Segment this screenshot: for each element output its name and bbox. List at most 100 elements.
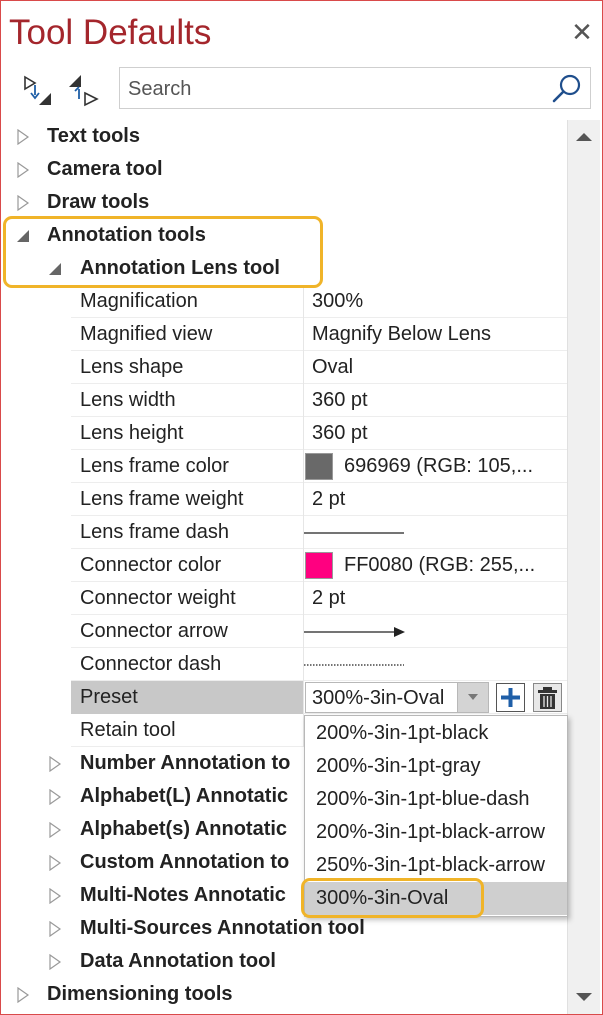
- property-preset[interactable]: Preset 300%-3in-Oval: [71, 681, 567, 714]
- tree-item-camera-tool[interactable]: Camera tool: [1, 153, 567, 186]
- column-divider: [303, 384, 304, 417]
- property-name: Lens shape: [80, 356, 184, 378]
- tree-item-label: Multi-Notes Annotatic: [80, 884, 286, 906]
- dropdown-option[interactable]: 200%-3in-1pt-black-arrow: [305, 816, 567, 849]
- arrow-line-icon[interactable]: [304, 625, 406, 639]
- expand-triangle-icon[interactable]: [47, 921, 63, 937]
- property-name: Lens frame color: [80, 455, 229, 477]
- property-lens-frame-color[interactable]: Lens frame color 696969 (RGB: 105,...: [71, 450, 567, 483]
- expand-triangle-icon[interactable]: [15, 195, 31, 211]
- dropdown-option[interactable]: 200%-3in-1pt-blue-dash: [305, 783, 567, 816]
- expand-triangle-icon[interactable]: [47, 888, 63, 904]
- dropdown-option-label: 200%-3in-1pt-blue-dash: [316, 788, 530, 810]
- property-lens-width[interactable]: Lens width 360 pt: [71, 384, 567, 417]
- column-divider: [303, 417, 304, 450]
- tree-item-label: Custom Annotation to: [80, 851, 290, 873]
- search-input[interactable]: [126, 74, 550, 104]
- property-value[interactable]: 2 pt: [312, 587, 345, 610]
- highlight-selected-preset: [301, 878, 484, 918]
- tool-defaults-panel: Tool Defaults ✕ Text tools: [0, 0, 603, 1015]
- tree-item-label: Camera tool: [47, 158, 163, 180]
- property-value[interactable]: Oval: [312, 356, 353, 379]
- column-divider: [303, 681, 304, 714]
- color-swatch[interactable]: [305, 552, 333, 579]
- property-lens-shape[interactable]: Lens shape Oval: [71, 351, 567, 384]
- property-value[interactable]: 360 pt: [312, 389, 368, 412]
- column-divider: [303, 351, 304, 384]
- search-icon[interactable]: [550, 72, 584, 106]
- property-lens-frame-dash[interactable]: Lens frame dash: [71, 516, 567, 549]
- dotted-line-preview[interactable]: [304, 658, 404, 672]
- property-connector-arrow[interactable]: Connector arrow: [71, 615, 567, 648]
- tree-item-dimensioning-tools[interactable]: Dimensioning tools: [1, 978, 567, 1011]
- chevron-down-icon[interactable]: [457, 683, 488, 712]
- property-name: Lens frame weight: [80, 488, 244, 510]
- column-divider: [303, 450, 304, 483]
- chevron-up-icon: [576, 133, 592, 141]
- tree-item-data-annotation[interactable]: Data Annotation tool: [1, 945, 567, 978]
- tree-item-label: Data Annotation tool: [80, 950, 276, 972]
- property-name: Retain tool: [80, 719, 176, 741]
- property-magnification[interactable]: Magnification 300%: [71, 285, 567, 318]
- search-box[interactable]: [119, 67, 591, 109]
- property-value[interactable]: 300%: [312, 290, 363, 313]
- property-name: Preset: [80, 686, 138, 708]
- property-value[interactable]: 2 pt: [312, 488, 345, 511]
- close-icon[interactable]: ✕: [569, 19, 595, 45]
- property-name: Magnified view: [80, 323, 213, 345]
- dropdown-option[interactable]: 200%-3in-1pt-gray: [305, 750, 567, 783]
- plus-icon: [501, 688, 520, 707]
- expand-triangle-icon[interactable]: [47, 855, 63, 871]
- collapse-all-icon[interactable]: [65, 73, 101, 109]
- tree-item-label: Multi-Sources Annotation tool: [80, 917, 365, 939]
- property-value[interactable]: Magnify Below Lens: [312, 323, 491, 346]
- expand-triangle-icon[interactable]: [47, 822, 63, 838]
- expand-triangle-icon[interactable]: [47, 789, 63, 805]
- expand-all-icon[interactable]: [21, 73, 57, 109]
- expand-triangle-icon[interactable]: [47, 756, 63, 772]
- property-name: Connector weight: [80, 587, 236, 609]
- property-connector-weight[interactable]: Connector weight 2 pt: [71, 582, 567, 615]
- panel-title: Tool Defaults: [9, 13, 212, 52]
- property-value[interactable]: 696969 (RGB: 105,...: [344, 455, 533, 478]
- scroll-up-button[interactable]: [568, 120, 600, 154]
- vertical-scrollbar[interactable]: [567, 120, 600, 1014]
- tree-item-draw-tools[interactable]: Draw tools: [1, 186, 567, 219]
- expand-triangle-icon[interactable]: [15, 987, 31, 1003]
- tree-item-label: Alphabet(s) Annotatic: [80, 818, 288, 840]
- property-name: Lens frame dash: [80, 521, 229, 543]
- color-swatch[interactable]: [305, 453, 333, 480]
- scroll-down-button[interactable]: [568, 980, 600, 1014]
- delete-preset-button[interactable]: [533, 683, 562, 712]
- dropdown-option-label: 200%-3in-1pt-black: [316, 722, 489, 744]
- property-name: Connector dash: [80, 653, 222, 675]
- property-magnified-view[interactable]: Magnified view Magnify Below Lens: [71, 318, 567, 351]
- property-value[interactable]: FF0080 (RGB: 255,...: [344, 554, 535, 577]
- column-divider: [303, 483, 304, 516]
- column-divider: [303, 285, 304, 318]
- column-divider: [303, 318, 304, 351]
- tree-item-label: Dimensioning tools: [47, 983, 233, 1005]
- add-preset-button[interactable]: [496, 683, 525, 712]
- dropdown-option-label: 250%-3in-1pt-black-arrow: [316, 854, 545, 876]
- column-divider: [303, 549, 304, 582]
- tree-item-text-tools[interactable]: Text tools: [1, 120, 567, 153]
- property-lens-height[interactable]: Lens height 360 pt: [71, 417, 567, 450]
- dropdown-option[interactable]: 200%-3in-1pt-black: [305, 717, 567, 750]
- preset-combobox[interactable]: 300%-3in-Oval: [305, 682, 489, 713]
- expand-triangle-icon[interactable]: [15, 162, 31, 178]
- property-connector-dash[interactable]: Connector dash: [71, 648, 567, 681]
- highlight-annotation-tools: [3, 216, 323, 288]
- expand-triangle-icon[interactable]: [47, 954, 63, 970]
- tree-item-label: Draw tools: [47, 191, 150, 213]
- tree-item-label: Number Annotation to: [80, 752, 291, 774]
- column-divider: [303, 582, 304, 615]
- solid-line-preview[interactable]: [304, 526, 404, 540]
- property-value[interactable]: 360 pt: [312, 422, 368, 445]
- property-lens-frame-weight[interactable]: Lens frame weight 2 pt: [71, 483, 567, 516]
- property-name: Lens height: [80, 422, 184, 444]
- preset-selected-value[interactable]: 300%-3in-Oval: [312, 687, 444, 710]
- trash-icon: [538, 687, 557, 709]
- expand-triangle-icon[interactable]: [15, 129, 31, 145]
- property-connector-color[interactable]: Connector color FF0080 (RGB: 255,...: [71, 549, 567, 582]
